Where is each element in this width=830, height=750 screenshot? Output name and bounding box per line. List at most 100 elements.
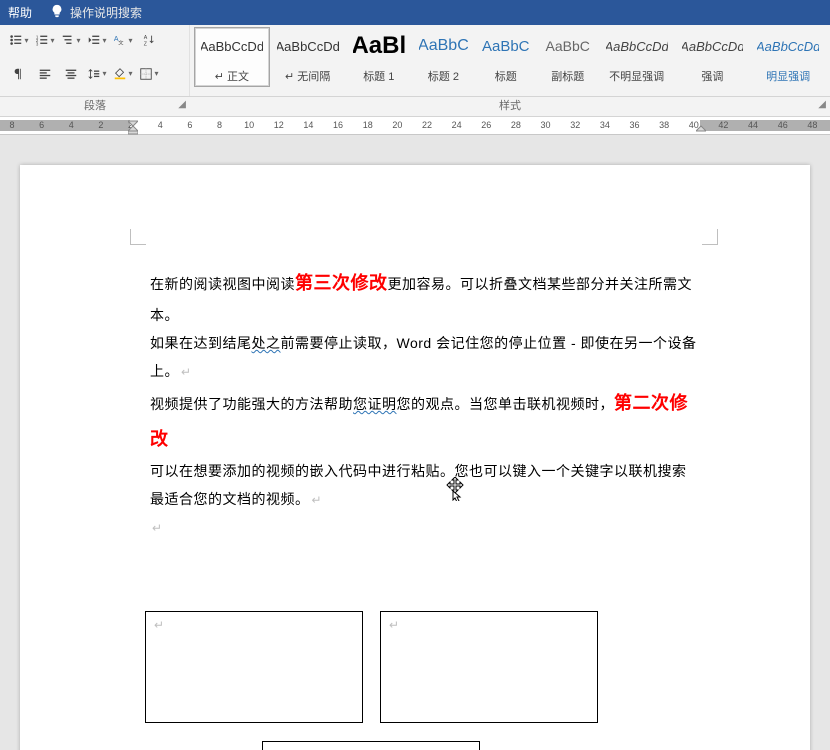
margin-corner-tr: [702, 229, 718, 245]
ribbon-group-labels: 段落 ◢ 样式 ◢: [0, 97, 830, 117]
style-preview: AaBbCcDd: [201, 30, 263, 62]
style-name: 不明显强调: [606, 68, 668, 84]
ruler-tick: 4: [158, 120, 163, 130]
multilevel-list-button[interactable]: [60, 29, 82, 51]
ruler-tick: 18: [363, 120, 373, 130]
styles-dialog-launcher[interactable]: ◢: [818, 99, 826, 110]
para-mark: ↵: [312, 493, 323, 507]
style-副标题[interactable]: AaBbC 副标题: [537, 27, 599, 87]
sort-button[interactable]: AZ: [138, 29, 160, 51]
para-mark: ↵: [389, 618, 399, 632]
style-↵-正文[interactable]: AaBbCcDd ↵ 正文: [194, 27, 270, 87]
ruler-tick: 22: [422, 120, 432, 130]
style-name: 标题 2: [419, 68, 468, 84]
grammar-wavy: 处之: [252, 335, 281, 351]
ruler-tick: 38: [659, 120, 669, 130]
style-强调[interactable]: AaBbCcDd 强调: [675, 27, 751, 87]
align-left-button[interactable]: [34, 63, 56, 85]
shading-button[interactable]: [112, 63, 134, 85]
title-bar: 帮助 操作说明搜索: [0, 0, 830, 25]
right-indent-marker[interactable]: [696, 117, 704, 135]
paragraph-3[interactable]: 视频提供了功能强大的方法帮助您证明您的观点。当您单击联机视频时，第二次修改: [150, 385, 700, 457]
svg-text:A: A: [144, 35, 148, 41]
empty-paragraph[interactable]: ↵: [150, 513, 700, 541]
style-preview: AaBbC: [482, 30, 530, 62]
ruler-tick: 48: [807, 120, 817, 130]
style-preview: AaBbCcDd: [277, 30, 339, 62]
style-preview: AaBbCcDd: [757, 30, 819, 62]
style-name: ↵ 正文: [201, 68, 263, 84]
paragraph-2[interactable]: 如果在达到结尾处之前需要停止读取，Word 会记住您的停止位置 - 即使在另一个…: [150, 329, 700, 385]
ruler-tick: 2: [98, 120, 103, 130]
bullets-button[interactable]: [8, 29, 30, 51]
document-area[interactable]: 在新的阅读视图中阅读第三次修改更加容易。可以折叠文档某些部分并关注所需文本。 如…: [0, 135, 830, 750]
increase-indent-button[interactable]: A文: [112, 29, 134, 51]
svg-text:3: 3: [36, 41, 39, 46]
style-preview: AaBbC: [419, 30, 468, 62]
style-↵-无间隔[interactable]: AaBbCcDd ↵ 无间隔: [270, 27, 346, 87]
text-box-2[interactable]: ↵: [380, 611, 598, 723]
grammar-wavy: 您证明: [353, 396, 397, 412]
ruler-tick: 12: [274, 120, 284, 130]
tell-me-search[interactable]: 操作说明搜索: [70, 4, 142, 21]
style-标题-2[interactable]: AaBbC 标题 2: [412, 27, 475, 87]
style-preview: AaBbCcDd: [682, 30, 744, 62]
style-name: 明显强调: [757, 68, 819, 84]
page[interactable]: 在新的阅读视图中阅读第三次修改更加容易。可以折叠文档某些部分并关注所需文本。 如…: [20, 165, 810, 750]
ruler-tick: 14: [303, 120, 313, 130]
ruler-tick: 30: [541, 120, 551, 130]
svg-text:文: 文: [119, 38, 125, 46]
styles-gallery[interactable]: AaBbCcDd ↵ 正文 AaBbCcDd ↵ 无间隔 AaBl 标题 1 AaBbC 标题…: [190, 25, 830, 96]
decrease-indent-button[interactable]: [86, 29, 108, 51]
paragraph-1[interactable]: 在新的阅读视图中阅读第三次修改更加容易。可以折叠文档某些部分并关注所需文本。: [150, 265, 700, 329]
ruler-tick: 32: [570, 120, 580, 130]
lightbulb-icon: [50, 4, 64, 21]
style-标题[interactable]: AaBbC 标题: [475, 27, 537, 87]
ruler-tick: 20: [392, 120, 402, 130]
borders-button[interactable]: [138, 63, 160, 85]
revision-text-3: 第三次修改: [295, 273, 388, 293]
style-明显强调[interactable]: AaBbCcDd 明显强调: [750, 27, 826, 87]
text-box-3[interactable]: ↵: [262, 741, 480, 750]
ruler-tick: 16: [333, 120, 343, 130]
ruler-tick: 34: [600, 120, 610, 130]
numbering-button[interactable]: 123: [34, 29, 56, 51]
style-标题-1[interactable]: AaBl 标题 1: [346, 27, 413, 87]
para-mark: ↵: [181, 365, 192, 379]
help-menu[interactable]: 帮助: [8, 4, 32, 21]
ruler-tick: 44: [748, 120, 758, 130]
paragraph-group: 123 A文 AZ: [0, 25, 190, 96]
style-不明显强调[interactable]: AaBbCcDd 不明显强调: [599, 27, 675, 87]
horizontal-ruler[interactable]: 8642246810121416182022242628303234363840…: [0, 117, 830, 135]
ruler-tick: 10: [244, 120, 254, 130]
align-center-button[interactable]: [60, 63, 82, 85]
ruler-tick: 46: [778, 120, 788, 130]
paragraph-dialog-launcher[interactable]: ◢: [178, 99, 186, 110]
ruler-tick: 8: [9, 120, 14, 130]
text-box-1[interactable]: ↵: [145, 611, 363, 723]
para-mark: ↵: [154, 618, 164, 632]
style-name: 标题: [482, 68, 530, 84]
style-name: 标题 1: [353, 68, 406, 84]
first-line-indent-marker[interactable]: [128, 117, 136, 135]
show-marks-button[interactable]: [8, 63, 30, 85]
style-name: 强调: [682, 68, 744, 84]
ruler-tick: 28: [511, 120, 521, 130]
paragraph-4[interactable]: 可以在想要添加的视频的嵌入代码中进行粘贴。您也可以键入一个关键字以联机搜索最适合…: [150, 457, 700, 513]
style-name: ↵ 无间隔: [277, 68, 339, 84]
style-name: 副标题: [544, 68, 592, 84]
ruler-tick: 6: [187, 120, 192, 130]
ruler-tick: 4: [69, 120, 74, 130]
style-preview: AaBbC: [544, 30, 592, 62]
margin-corner-tl: [130, 229, 146, 245]
styles-group-label: 样式 ◢: [190, 97, 830, 116]
style-preview: AaBbCcDd: [606, 30, 668, 62]
ruler-tick: 26: [481, 120, 491, 130]
ribbon: 123 A文 AZ AaBbCcDd↵ 正文: [0, 25, 830, 97]
style-preview: AaBl: [353, 30, 406, 62]
svg-text:Z: Z: [144, 41, 148, 47]
ruler-tick: 24: [452, 120, 462, 130]
ruler-tick: 6: [39, 120, 44, 130]
ruler-tick: 8: [217, 120, 222, 130]
line-spacing-button[interactable]: [86, 63, 108, 85]
